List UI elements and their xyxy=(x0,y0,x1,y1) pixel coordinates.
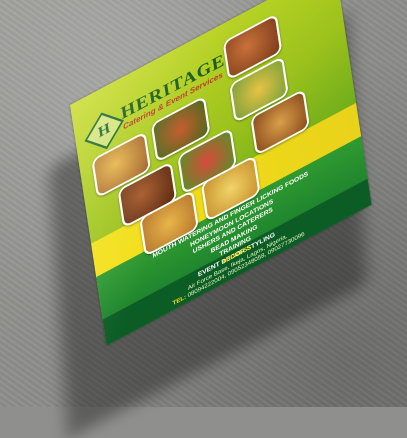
heritage-logo-icon: H xyxy=(84,112,124,150)
